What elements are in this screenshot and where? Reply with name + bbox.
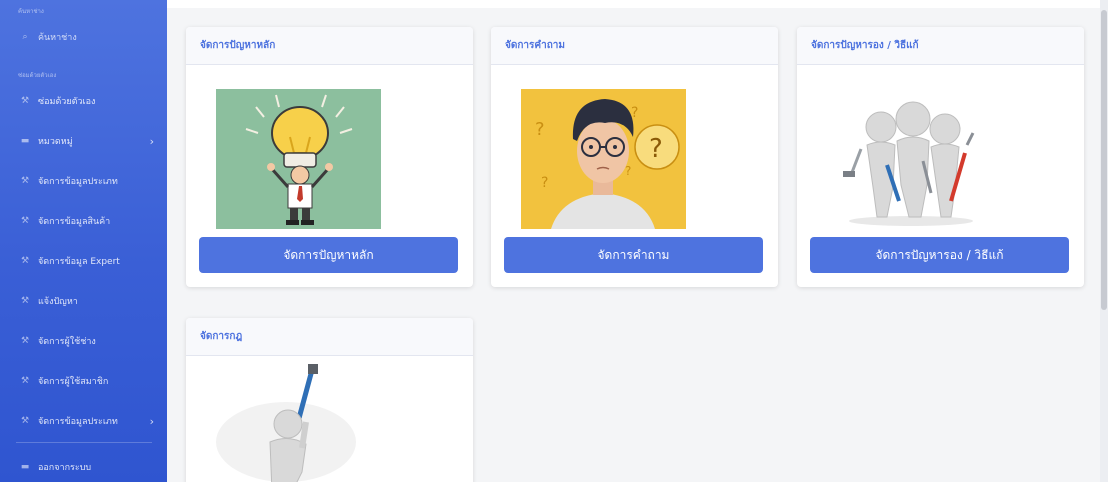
wrench-icon: ⚒ [20, 376, 30, 386]
lightbulb-person-illustration [216, 89, 381, 229]
manage-questions-button[interactable]: จัดการคำถาม [504, 237, 763, 273]
sidebar-item-label: จัดการผู้ใช้สมาชิก [38, 377, 109, 387]
card-title: จัดการกฎ [186, 318, 473, 356]
sidebar-item-label: แจ้งปัญหา [38, 297, 78, 307]
sidebar-item-logout[interactable]: ▬ ออกจากระบบ [0, 452, 167, 482]
card-sub-problems-solutions: จัดการปัญหารอง / วิธีแก้ จัดการปัญหารอง … [797, 27, 1084, 287]
search-icon: ⌕ [22, 32, 28, 42]
sidebar-item-manage-members[interactable]: ⚒ จัดการผู้ใช้สมาชิก [0, 366, 167, 396]
sidebar-item-manage-products[interactable]: ⚒ จัดการข้อมูลสินค้า [0, 206, 167, 236]
confused-person-illustration: ? ? ? ? ? [521, 89, 686, 229]
scrollbar[interactable] [1100, 0, 1108, 482]
wrench-icon: ⚒ [20, 216, 30, 226]
wrench-icon: ⚒ [20, 176, 30, 186]
sidebar-top-heading: ค้นหาช่าง [18, 8, 44, 15]
sidebar-section-heading: ซ่อมด้วยตัวเอง [18, 72, 57, 79]
card-main-problems: จัดการปัญหาหลัก จัดการปัญหาหลัก [186, 27, 473, 287]
svg-text:?: ? [535, 119, 545, 140]
folder-icon: ▬ [20, 136, 30, 146]
sidebar-item-label: หมวดหมู่ [38, 137, 73, 147]
svg-text:?: ? [649, 134, 663, 164]
wrench-icon: ⚒ [20, 96, 30, 106]
sidebar-item-label: จัดการข้อมูลประเภท [38, 417, 118, 427]
sidebar-item-manage-types-2[interactable]: ⚒ จัดการข้อมูลประเภท › [0, 406, 167, 436]
sidebar-item-manage-expert[interactable]: ⚒ จัดการข้อมูล Expert [0, 246, 167, 276]
sidebar-item-label: จัดการข้อมูล Expert [38, 257, 120, 267]
chevron-right-icon: › [149, 134, 154, 148]
sidebar-divider [16, 442, 152, 443]
sidebar-item-search[interactable]: ⌕ ค้นหาช่าง [0, 22, 167, 52]
sidebar-item-label: ค้นหาช่าง [38, 33, 77, 43]
card-title: จัดการปัญหาหลัก [186, 27, 473, 65]
sidebar-item-manage-technicians[interactable]: ⚒ จัดการผู้ใช้ช่าง [0, 326, 167, 356]
wrench-icon: ⚒ [20, 296, 30, 306]
sidebar-item-label: จัดการข้อมูลประเภท [38, 177, 118, 187]
wrench-icon: ⚒ [20, 336, 30, 346]
wrench-icon: ⚒ [20, 256, 30, 266]
sidebar-item-label: จัดการข้อมูลสินค้า [38, 217, 111, 227]
topbar [167, 0, 1108, 8]
card-title: จัดการคำถาม [491, 27, 778, 65]
3d-workers-with-tools-illustration [827, 89, 992, 229]
sidebar: ค้นหาช่าง ⌕ ค้นหาช่าง ซ่อมด้วยตัวเอง ⚒ ซ… [0, 0, 167, 482]
svg-text:?: ? [541, 175, 548, 191]
sidebar-item-manage-types[interactable]: ⚒ จัดการข้อมูลประเภท [0, 166, 167, 196]
wrench-icon: ⚒ [20, 416, 30, 426]
manage-sub-problems-button[interactable]: จัดการปัญหารอง / วิธีแก้ [810, 237, 1069, 273]
sidebar-item-categories[interactable]: ▬ หมวดหมู่ › [0, 126, 167, 156]
3d-figure-with-tool-illustration [216, 362, 381, 482]
card-questions: จัดการคำถาม ? ? ? ? ? จัดการคำถาม [491, 27, 778, 287]
sidebar-item-label: ซ่อมด้วยตัวเอง [38, 97, 96, 107]
folder-icon: ▬ [20, 462, 30, 472]
card-title: จัดการปัญหารอง / วิธีแก้ [797, 27, 1084, 65]
manage-main-problems-button[interactable]: จัดการปัญหาหลัก [199, 237, 458, 273]
sidebar-item-self-repair[interactable]: ⚒ ซ่อมด้วยตัวเอง [0, 86, 167, 116]
chevron-right-icon: › [149, 414, 154, 428]
scrollbar-thumb[interactable] [1101, 10, 1107, 310]
sidebar-item-label: จัดการผู้ใช้ช่าง [38, 337, 96, 347]
sidebar-item-label: ออกจากระบบ [38, 463, 92, 473]
card-rules: จัดการกฎ [186, 318, 473, 482]
svg-text:?: ? [625, 164, 631, 178]
sidebar-item-report-problem[interactable]: ⚒ แจ้งปัญหา [0, 286, 167, 316]
